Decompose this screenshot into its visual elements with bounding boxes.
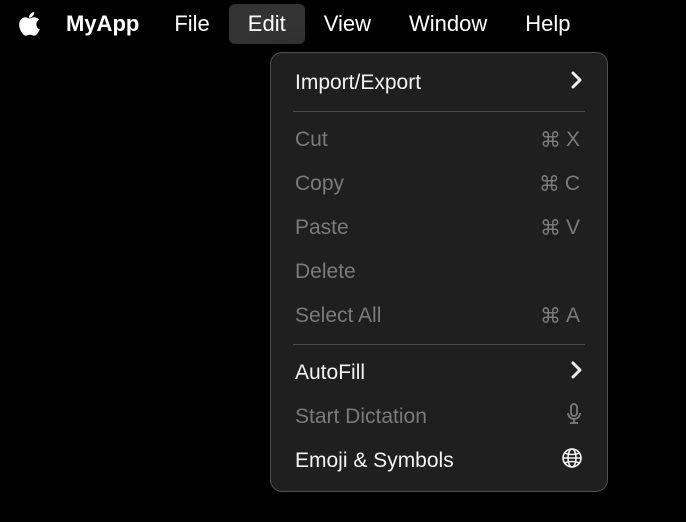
menu-item-cut[interactable]: Cut ⌘ X: [271, 118, 607, 162]
menu-item-paste[interactable]: Paste ⌘ V: [271, 206, 607, 250]
menu-item-label: Paste: [295, 216, 349, 240]
menu-item-label: Cut: [295, 128, 328, 152]
menubar-item-file[interactable]: File: [155, 4, 228, 44]
menu-item-select-all[interactable]: Select All ⌘ A: [271, 294, 607, 338]
menubar: MyApp File Edit View Window Help: [0, 0, 686, 48]
edit-dropdown-menu: Import/Export Cut ⌘ X Copy ⌘ C Paste ⌘ V…: [270, 52, 608, 492]
shortcut-modifier: ⌘: [539, 172, 563, 197]
shortcut-modifier: ⌘: [540, 216, 564, 241]
microphone-icon: [565, 403, 583, 431]
menu-item-label: Emoji & Symbols: [295, 449, 454, 473]
menu-item-label: Delete: [295, 260, 356, 284]
menubar-item-edit[interactable]: Edit: [229, 4, 305, 44]
shortcut-key: A: [566, 304, 583, 328]
menubar-item-view[interactable]: View: [305, 4, 390, 44]
menu-separator: [293, 111, 585, 112]
menu-shortcut: ⌘ V: [540, 216, 583, 241]
shortcut-key: V: [566, 216, 583, 240]
menubar-item-window[interactable]: Window: [390, 4, 506, 44]
menu-item-label: Copy: [295, 172, 344, 196]
menu-item-import-export[interactable]: Import/Export: [271, 61, 607, 105]
menu-separator: [293, 344, 585, 345]
shortcut-modifier: ⌘: [540, 304, 564, 329]
menu-shortcut: ⌘ A: [540, 304, 583, 329]
apple-menu-icon[interactable]: [10, 0, 50, 48]
menu-item-label: Import/Export: [295, 71, 421, 95]
menu-item-label: Start Dictation: [295, 405, 427, 429]
shortcut-key: X: [566, 128, 583, 152]
chevron-right-icon: [571, 71, 583, 95]
menu-shortcut: ⌘ X: [540, 128, 583, 153]
menu-item-autofill[interactable]: AutoFill: [271, 351, 607, 395]
shortcut-modifier: ⌘: [540, 128, 564, 153]
menu-item-copy[interactable]: Copy ⌘ C: [271, 162, 607, 206]
menubar-item-help[interactable]: Help: [506, 4, 589, 44]
menu-item-delete[interactable]: Delete: [271, 250, 607, 294]
menubar-app-name[interactable]: MyApp: [50, 4, 155, 44]
menu-item-start-dictation[interactable]: Start Dictation: [271, 395, 607, 439]
globe-icon: [561, 447, 583, 475]
menu-item-emoji-symbols[interactable]: Emoji & Symbols: [271, 439, 607, 483]
menu-item-label: Select All: [295, 304, 381, 328]
menu-shortcut: ⌘ C: [539, 172, 583, 197]
menu-item-label: AutoFill: [295, 361, 365, 385]
shortcut-key: C: [565, 172, 583, 196]
chevron-right-icon: [571, 361, 583, 385]
